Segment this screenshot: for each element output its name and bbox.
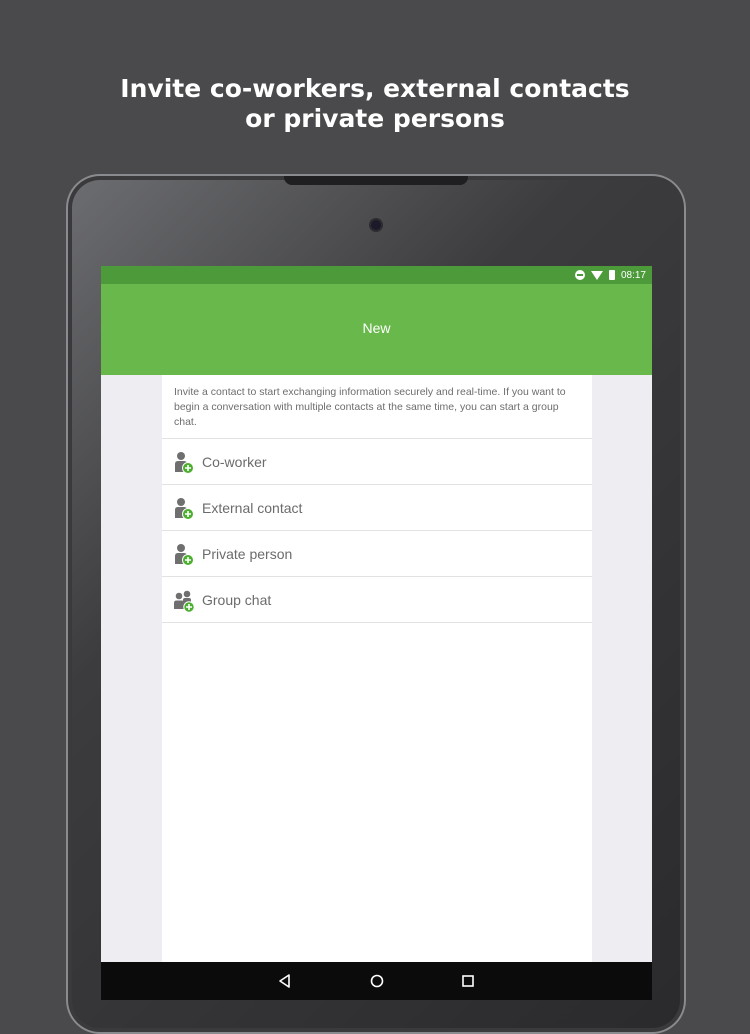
battery-icon — [608, 270, 615, 280]
page-title: New — [362, 320, 391, 336]
option-group-chat[interactable]: Group chat — [162, 577, 592, 623]
add-person-icon — [175, 452, 194, 474]
back-icon[interactable] — [275, 971, 295, 991]
device-screen: 08:17 New Invite a contact to start exch… — [101, 266, 652, 1000]
option-label: Group chat — [202, 591, 272, 608]
recents-icon[interactable] — [458, 971, 478, 991]
option-label: External contact — [202, 499, 303, 516]
status-bar: 08:17 — [101, 266, 652, 284]
add-group-icon — [174, 590, 195, 613]
option-label: Private person — [202, 545, 293, 562]
option-co-worker[interactable]: Co-worker — [162, 439, 592, 485]
system-nav-bar — [101, 962, 652, 1000]
option-external-contact[interactable]: External contact — [162, 485, 592, 531]
add-person-icon — [175, 544, 194, 566]
tablet-notch — [284, 176, 468, 185]
wifi-icon — [590, 270, 603, 280]
camera-icon — [371, 220, 381, 230]
option-label: Co-worker — [202, 453, 267, 470]
headline-line-2: or private persons — [245, 104, 505, 133]
home-icon[interactable] — [367, 971, 387, 991]
promo-headline: Invite co-workers, external contacts or … — [0, 74, 750, 134]
status-time: 08:17 — [620, 269, 646, 281]
do-not-disturb-icon — [574, 270, 585, 280]
option-private-person[interactable]: Private person — [162, 531, 592, 577]
add-person-icon — [175, 498, 194, 520]
new-contact-panel: Invite a contact to start exchanging inf… — [162, 375, 592, 962]
app-bar: New — [101, 284, 652, 375]
intro-text: Invite a contact to start exchanging inf… — [162, 375, 592, 439]
headline-line-1: Invite co-workers, external contacts — [120, 74, 630, 103]
